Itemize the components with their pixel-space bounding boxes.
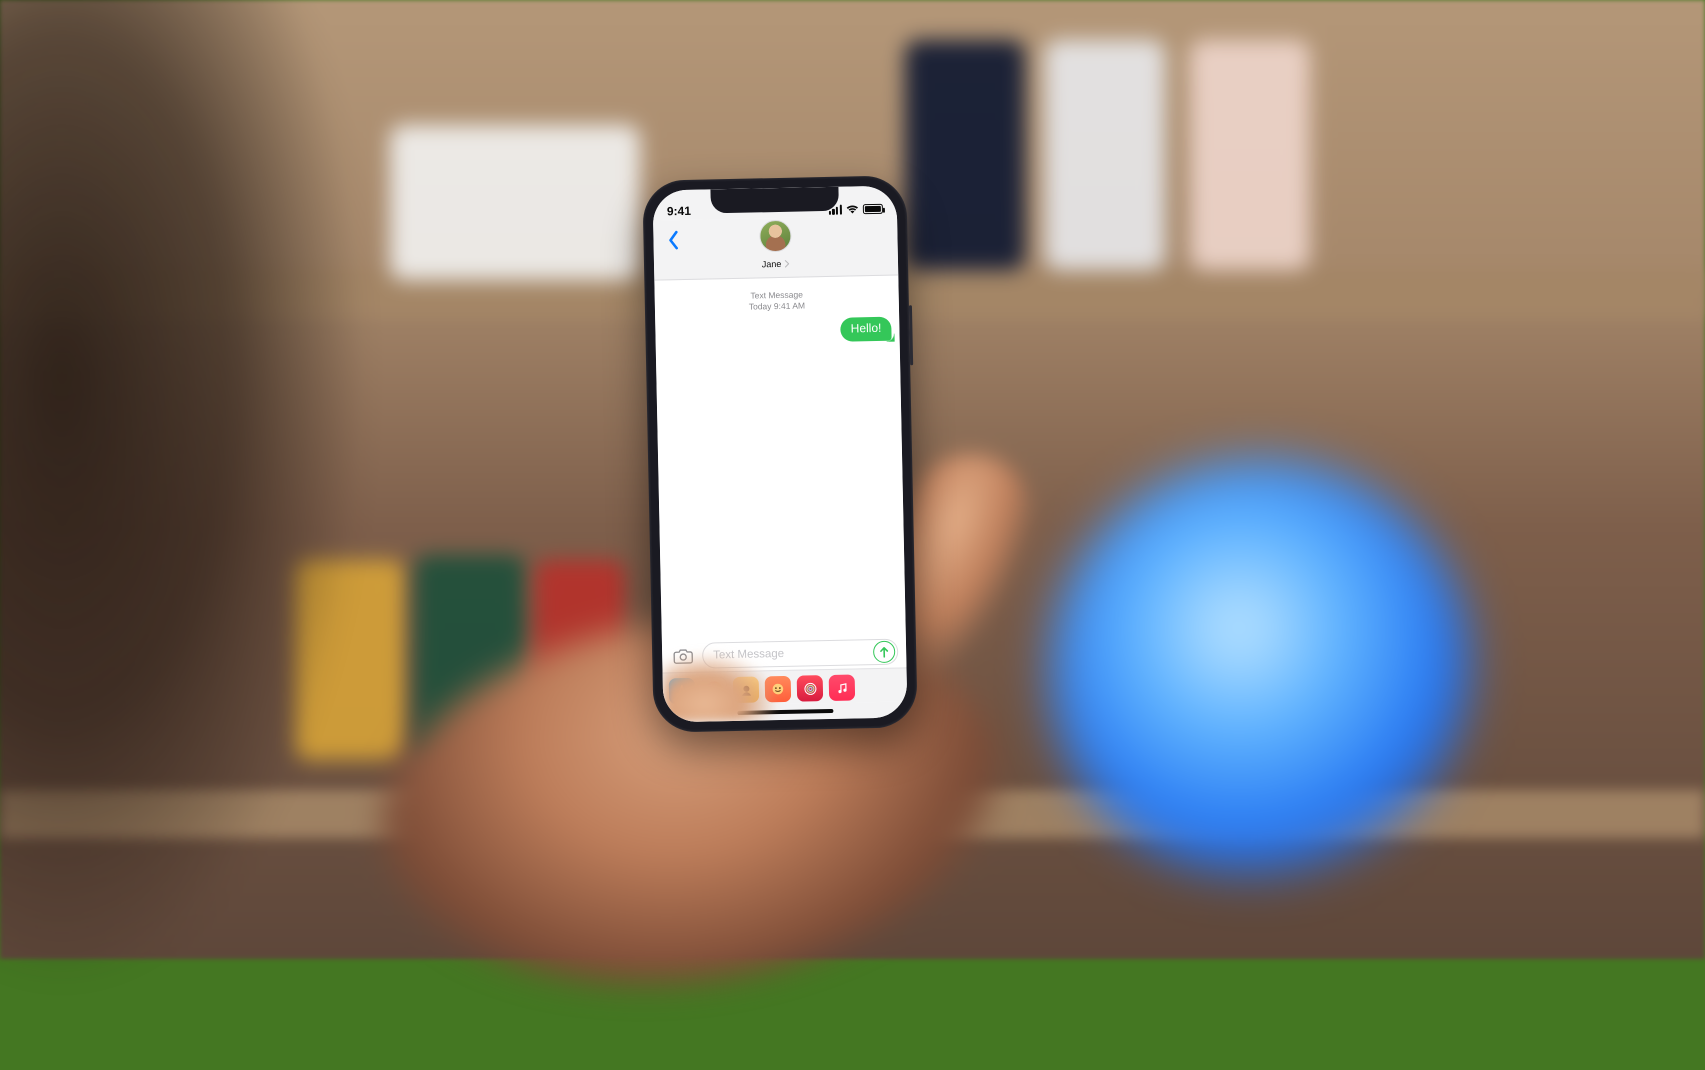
thread-meta-time: 9:41 AM xyxy=(774,300,805,311)
message-input[interactable]: Text Message xyxy=(702,639,899,669)
iphone-device-frame: 9:41 Jane xyxy=(642,175,918,732)
message-bubble[interactable]: Hello! xyxy=(840,317,891,342)
message-input-placeholder: Text Message xyxy=(713,648,784,661)
contact-avatar[interactable] xyxy=(759,220,792,253)
apple-music-app-icon[interactable] xyxy=(829,674,856,701)
battery-icon xyxy=(863,204,883,214)
wifi-icon xyxy=(846,204,859,214)
message-row-outgoing: Hello! xyxy=(663,317,891,346)
message-text: Hello! xyxy=(851,321,882,336)
contact-name-button[interactable]: Jane xyxy=(762,259,791,270)
back-button[interactable] xyxy=(659,226,688,255)
iphone-screen: 9:41 Jane xyxy=(652,186,907,723)
camera-button[interactable] xyxy=(670,643,697,670)
app-store-icon[interactable] xyxy=(669,678,696,705)
status-time: 9:41 xyxy=(667,204,691,219)
thread-timestamp: Text Message Today 9:41 AM xyxy=(663,288,891,314)
photos-app-icon[interactable] xyxy=(701,677,728,704)
contact-name: Jane xyxy=(762,259,782,269)
imessage-app-strip[interactable] xyxy=(663,667,908,706)
conversation-header: Jane xyxy=(653,215,898,280)
arrow-up-icon xyxy=(879,646,889,658)
notch xyxy=(710,187,838,214)
camera-icon xyxy=(673,648,693,664)
message-thread[interactable]: Text Message Today 9:41 AM Hello! xyxy=(654,275,905,637)
compose-bar: Text Message xyxy=(662,632,907,672)
thread-meta-day: Today xyxy=(749,301,772,311)
chevron-left-icon xyxy=(667,230,679,250)
send-button[interactable] xyxy=(873,641,895,663)
memoji-app-icon[interactable] xyxy=(733,676,760,703)
chevron-right-icon xyxy=(784,260,790,268)
fitness-app-icon[interactable] xyxy=(797,675,824,702)
stickers-app-icon[interactable] xyxy=(765,676,792,703)
